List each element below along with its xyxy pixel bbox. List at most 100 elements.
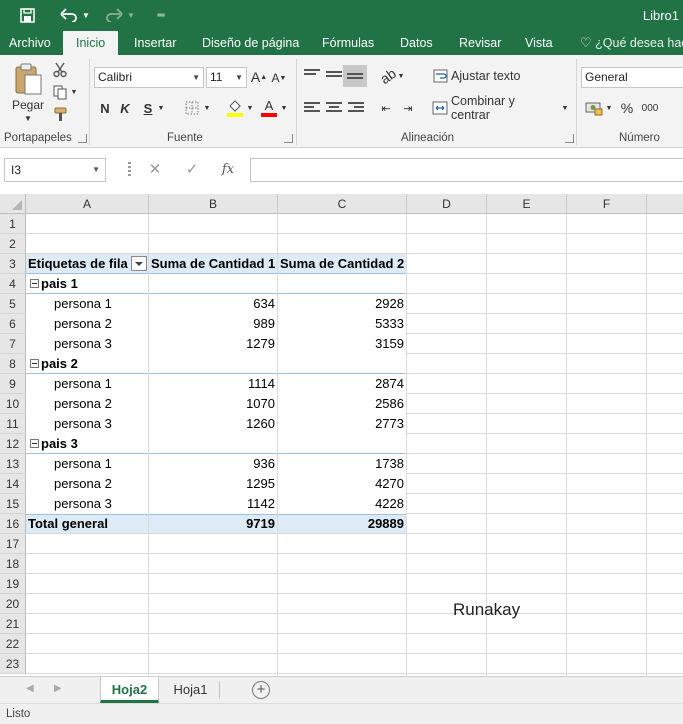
orientation-dropdown-icon[interactable]: ▼ [397,71,405,81]
align-right-icon[interactable] [348,102,364,114]
row-header[interactable]: 1 [0,214,26,234]
font-launcher-icon[interactable] [284,134,293,143]
tab-archivo[interactable]: Archivo [9,31,51,55]
row-header[interactable]: 4 [0,274,26,294]
tell-me-search[interactable]: ♡ ¿Qué desea hace [580,31,683,55]
borders-icon[interactable] [183,99,201,117]
fill-color-dropdown-icon[interactable]: ▼ [246,103,254,113]
row-header[interactable]: 20 [0,594,26,614]
font-name-combo[interactable]: Calibri ▼ [94,67,204,88]
pivot-value-cell[interactable]: 2773 [278,414,404,434]
column-header-a[interactable]: A [26,194,149,214]
pivot-group-label[interactable]: pais 3 [41,434,78,454]
paste-dropdown-icon[interactable]: ▼ [20,113,36,123]
tab-diseno-pagina[interactable]: Diseño de página [202,31,299,55]
wrap-text-button[interactable]: Ajustar texto [451,67,521,85]
pivot-item-label[interactable]: persona 3 [54,494,112,514]
align-middle-icon[interactable] [326,71,342,83]
pivot-value-cell[interactable]: 5333 [278,314,404,334]
insert-function-icon[interactable]: fx [216,158,240,182]
column-header-b[interactable]: B [149,194,278,214]
pivot-value-cell[interactable]: 3159 [278,334,404,354]
column-header-f[interactable]: F [567,194,647,214]
pivot-sum2-header[interactable]: Suma de Cantidad 2 [280,254,404,274]
borders-dropdown-icon[interactable]: ▼ [203,103,211,113]
accounting-dropdown-icon[interactable]: ▼ [605,103,613,113]
pivot-value-cell[interactable]: 1142 [149,494,275,514]
row-header[interactable]: 13 [0,454,26,474]
pivot-group-label[interactable]: pais 1 [41,274,78,294]
alignment-launcher-icon[interactable] [565,134,574,143]
name-box[interactable]: I3 ▼ [4,158,106,182]
pivot-value-cell[interactable]: 1260 [149,414,275,434]
pivot-value-cell[interactable]: 2874 [278,374,404,394]
formula-input[interactable] [250,158,683,182]
column-header-e[interactable]: E [487,194,567,214]
column-header-g[interactable] [647,194,683,214]
thousands-button[interactable]: 000 [639,99,661,117]
row-header[interactable]: 22 [0,634,26,654]
column-header-d[interactable]: D [407,194,487,214]
pivot-total-label[interactable]: Total general [28,514,108,534]
cut-icon[interactable] [50,60,70,80]
font-color-button[interactable]: A [260,97,278,119]
pivot-value-cell[interactable]: 1738 [278,454,404,474]
pivot-total-value[interactable]: 29889 [278,514,404,534]
clipboard-launcher-icon[interactable] [78,134,87,143]
pivot-item-label[interactable]: persona 2 [54,474,112,494]
shrink-font-button[interactable]: A ▼ [270,68,288,88]
tab-formulas[interactable]: Fórmulas [322,31,374,55]
column-header-c[interactable]: C [278,194,407,214]
merge-dropdown-icon[interactable]: ▼ [561,103,569,113]
format-painter-icon[interactable] [50,104,70,124]
merge-center-button[interactable]: Combinar y centrar [451,94,557,122]
save-icon[interactable] [16,4,38,26]
align-center-icon[interactable] [326,102,342,114]
pivot-value-cell[interactable]: 1070 [149,394,275,414]
pivot-value-cell[interactable]: 1114 [149,374,275,394]
row-header[interactable]: 8 [0,354,26,374]
scroll-right-icon[interactable]: ▶ [54,683,62,694]
pivot-group-label[interactable]: pais 2 [41,354,78,374]
paste-icon[interactable] [12,61,44,97]
pivot-total-value[interactable]: 9719 [149,514,275,534]
decrease-indent-icon[interactable]: ⇤ [376,99,396,117]
bold-button[interactable]: N [97,98,113,118]
pivot-filter-dropdown-icon[interactable] [131,256,147,271]
pivot-item-label[interactable]: persona 3 [54,334,112,354]
underline-dropdown-icon[interactable]: ▼ [157,103,165,113]
add-sheet-icon[interactable]: + [252,681,270,699]
worksheet-grid[interactable]: A B C D E F 1 2 3 4 5 6 7 8 9 10 11 12 1… [0,194,683,676]
tab-inicio[interactable]: Inicio [63,31,119,56]
row-header[interactable]: 6 [0,314,26,334]
tab-datos[interactable]: Datos [400,31,433,55]
pivot-value-cell[interactable]: 989 [149,314,275,334]
row-header[interactable]: 10 [0,394,26,414]
tab-revisar[interactable]: Revisar [459,31,501,55]
pivot-value-cell[interactable]: 2586 [278,394,404,414]
sheet-tab-hoja1[interactable]: Hoja1 [163,677,218,703]
copy-dropdown-icon[interactable]: ▼ [70,87,78,97]
row-header[interactable]: 12 [0,434,26,454]
collapse-icon[interactable] [30,439,39,448]
pivot-row-labels-header[interactable]: Etiquetas de fila [28,254,128,274]
pivot-item-label[interactable]: persona 2 [54,394,112,414]
row-header[interactable]: 18 [0,554,26,574]
tab-vista[interactable]: Vista [525,31,553,55]
fill-color-icon[interactable] [226,97,244,119]
row-header[interactable]: 5 [0,294,26,314]
pivot-value-cell[interactable]: 4270 [278,474,404,494]
accounting-format-icon[interactable] [584,98,604,118]
pivot-value-cell[interactable]: 634 [149,294,275,314]
copy-icon[interactable] [50,82,70,102]
pivot-value-cell[interactable]: 1279 [149,334,275,354]
pivot-value-cell[interactable]: 936 [149,454,275,474]
floating-text-box[interactable]: Runakay [453,600,520,620]
number-format-combo[interactable]: General [581,67,683,88]
pivot-item-label[interactable]: persona 1 [54,374,112,394]
pivot-item-label[interactable]: persona 1 [54,294,112,314]
font-size-combo[interactable]: 11 ▼ [206,67,247,88]
row-header[interactable]: 15 [0,494,26,514]
row-header[interactable]: 3 [0,254,26,274]
tab-insertar[interactable]: Insertar [134,31,176,55]
